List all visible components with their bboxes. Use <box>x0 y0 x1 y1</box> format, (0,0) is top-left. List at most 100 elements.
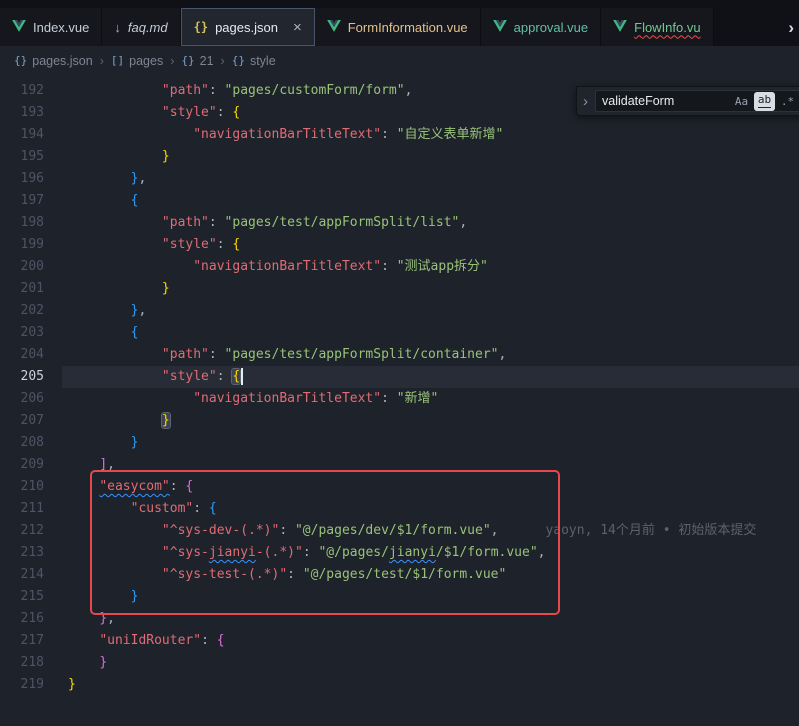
line-number: 210 <box>0 476 44 498</box>
tab-flow-info-vue[interactable]: FlowInfo.vu <box>601 8 713 46</box>
code-token: { <box>185 479 193 494</box>
tab-label: Index.vue <box>33 20 89 35</box>
find-option-regex-icon[interactable]: .* <box>777 92 798 111</box>
code-token: { <box>232 105 240 120</box>
code-token: : <box>201 633 217 648</box>
code-area[interactable]: 192 "path": "pages/customForm/form",193 … <box>0 75 799 696</box>
line-content: "style": { <box>44 102 240 124</box>
code-line-196[interactable]: 196 }, <box>0 168 799 190</box>
code-token: "path" <box>162 347 209 362</box>
line-number: 201 <box>0 278 44 300</box>
find-option-whole-word-icon[interactable]: ab <box>754 92 775 111</box>
vscode-window: Index.vue↓faq.md{}pages.json×FormInforma… <box>0 0 799 726</box>
code-line-219[interactable]: 219} <box>0 674 799 696</box>
find-options: Aaab.* <box>731 92 798 111</box>
code-line-208[interactable]: 208 } <box>0 432 799 454</box>
line-content: } <box>44 432 138 454</box>
close-icon[interactable]: × <box>293 20 302 35</box>
code-token: "navigationBarTitleText" <box>193 391 381 406</box>
code-line-200[interactable]: 200 "navigationBarTitleText": "测试app拆分" <box>0 256 799 278</box>
code-line-203[interactable]: 203 { <box>0 322 799 344</box>
line-number: 213 <box>0 542 44 564</box>
code-token: , <box>498 347 506 362</box>
code-line-198[interactable]: 198 "path": "pages/test/appFormSplit/lis… <box>0 212 799 234</box>
line-content: "^sys-dev-(.*)": "@/pages/dev/$1/form.vu… <box>44 520 756 542</box>
code-line-211[interactable]: 211 "custom": { <box>0 498 799 520</box>
code-token: : <box>209 347 225 362</box>
code-token: , <box>107 457 115 472</box>
tab-index-vue[interactable]: Index.vue <box>0 8 102 46</box>
find-option-match-case-icon[interactable]: Aa <box>731 92 752 111</box>
breadcrumb: {}pages.json›[]pages›{}21›{}style <box>0 46 799 75</box>
find-toggle-chevron-icon[interactable]: › <box>583 93 588 110</box>
code-line-206[interactable]: 206 "navigationBarTitleText": "新增" <box>0 388 799 410</box>
line-content: "uniIdRouter": { <box>44 630 225 652</box>
line-content: "^sys-jianyi-(.*)": "@/pages/jianyi/$1/f… <box>44 542 545 564</box>
code-line-210[interactable]: 210 "easycom": { <box>0 476 799 498</box>
code-token: jianyi <box>209 545 256 560</box>
tab-pages-json[interactable]: {}pages.json× <box>181 8 315 46</box>
tab-approval-vue[interactable]: approval.vue <box>481 8 601 46</box>
code-token: : <box>209 83 225 98</box>
text-cursor <box>241 368 243 385</box>
code-line-204[interactable]: 204 "path": "pages/test/appFormSplit/con… <box>0 344 799 366</box>
code-token: "自定义表单新增" <box>397 127 504 142</box>
code-line-212[interactable]: 212 "^sys-dev-(.*)": "@/pages/dev/$1/for… <box>0 520 799 542</box>
code-line-218[interactable]: 218 } <box>0 652 799 674</box>
code-line-214[interactable]: 214 "^sys-test-(.*)": "@/pages/test/$1/f… <box>0 564 799 586</box>
code-line-199[interactable]: 199 "style": { <box>0 234 799 256</box>
line-content: "style": { <box>44 234 240 256</box>
line-number: 193 <box>0 102 44 124</box>
line-number: 209 <box>0 454 44 476</box>
code-token: { <box>232 369 240 384</box>
code-line-207[interactable]: 207 } <box>0 410 799 432</box>
line-content: } <box>44 410 170 432</box>
line-number: 198 <box>0 212 44 234</box>
find-input[interactable]: validateForm Aaab.* <box>595 90 799 112</box>
code-token: : <box>217 237 233 252</box>
code-line-213[interactable]: 213 "^sys-jianyi-(.*)": "@/pages/jianyi/… <box>0 542 799 564</box>
code-line-209[interactable]: 209 ], <box>0 454 799 476</box>
code-token: : <box>287 567 303 582</box>
code-token: { <box>131 325 139 340</box>
code-line-217[interactable]: 217 "uniIdRouter": { <box>0 630 799 652</box>
tab-form-information-vue[interactable]: FormInformation.vue <box>315 8 481 46</box>
code-token: , <box>107 611 115 626</box>
code-token: : <box>217 105 233 120</box>
code-token: "pages/test/appFormSplit/list" <box>225 215 460 230</box>
code-token: "path" <box>162 83 209 98</box>
code-token: -(.*)" <box>256 545 303 560</box>
breadcrumb-item-pages.json[interactable]: {}pages.json <box>14 54 93 68</box>
json-icon: {} <box>194 20 208 34</box>
tab-overflow-chevron-icon[interactable]: › <box>788 18 794 38</box>
code-token: : <box>217 369 233 384</box>
line-content: }, <box>44 300 146 322</box>
code-line-205[interactable]: 205 "style": { <box>0 366 799 388</box>
line-number: 218 <box>0 652 44 674</box>
code-token: : <box>381 391 397 406</box>
line-number: 217 <box>0 630 44 652</box>
breadcrumb-item-pages[interactable]: []pages <box>111 54 163 68</box>
code-line-201[interactable]: 201 } <box>0 278 799 300</box>
line-number: 197 <box>0 190 44 212</box>
breadcrumb-item-style[interactable]: {}style <box>232 54 276 68</box>
code-token: "@/pages/ <box>318 545 388 560</box>
code-line-215[interactable]: 215 } <box>0 586 799 608</box>
code-line-194[interactable]: 194 "navigationBarTitleText": "自定义表单新增" <box>0 124 799 146</box>
breadcrumb-label: pages.json <box>32 54 92 68</box>
find-widget: › validateForm Aaab.* <box>576 86 799 116</box>
code-token: "新增" <box>397 391 439 406</box>
line-content: "navigationBarTitleText": "自定义表单新增" <box>44 124 503 146</box>
line-number: 219 <box>0 674 44 696</box>
line-number: 212 <box>0 520 44 542</box>
line-content: } <box>44 146 170 168</box>
code-line-197[interactable]: 197 { <box>0 190 799 212</box>
breadcrumb-label: pages <box>129 54 163 68</box>
code-line-195[interactable]: 195 } <box>0 146 799 168</box>
line-content: "^sys-test-(.*)": "@/pages/test/$1/form.… <box>44 564 506 586</box>
line-content: "easycom": { <box>44 476 193 498</box>
breadcrumb-item-21[interactable]: {}21 <box>181 54 213 68</box>
code-line-202[interactable]: 202 }, <box>0 300 799 322</box>
tab-faq-md[interactable]: ↓faq.md <box>102 8 180 46</box>
code-line-216[interactable]: 216 }, <box>0 608 799 630</box>
